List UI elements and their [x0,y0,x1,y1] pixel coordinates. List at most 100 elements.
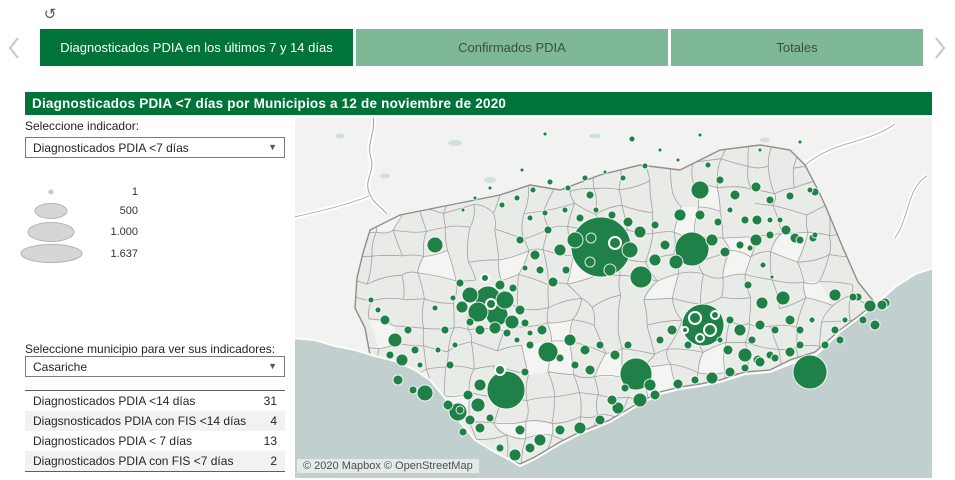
map-bubble[interactable] [584,256,596,268]
map-bubble[interactable] [524,442,536,454]
map-bubble[interactable] [622,216,634,228]
map-bubble[interactable] [795,325,805,335]
map-bubble[interactable] [719,246,731,258]
map-bubble[interactable] [705,233,719,247]
map-bubble[interactable] [820,340,830,350]
map-bubble[interactable] [620,383,630,393]
map-bubble[interactable] [573,421,587,435]
map-bubble[interactable] [683,340,693,350]
map-bubble[interactable] [592,206,600,214]
map-bubble[interactable] [740,363,750,373]
map-bubble[interactable] [431,304,439,312]
map-bubble[interactable] [570,216,632,278]
map-bubble[interactable] [514,424,526,436]
map-bubble[interactable] [526,214,534,222]
map-bubble[interactable] [575,213,585,223]
map-bubble[interactable] [784,314,796,326]
map-bubble[interactable] [863,299,877,313]
map-bubble[interactable] [775,290,791,306]
map-bubble[interactable] [563,333,577,347]
map-bubble[interactable] [755,296,769,310]
map-bubble[interactable] [746,244,754,252]
map-bubble[interactable] [673,208,687,222]
map-bubble[interactable] [703,323,717,337]
map-bubble[interactable] [494,279,506,291]
map-bubble[interactable] [623,340,633,350]
map-bubble[interactable] [515,235,525,245]
tab-diagnosticados-pdia[interactable]: Diagnosticados PDIA en los últimos 7 y 1… [40,29,353,66]
map-bubble[interactable] [535,265,545,275]
map-bubble[interactable] [737,347,753,363]
map-bubble[interactable] [722,344,734,356]
map-bubble[interactable] [621,241,639,259]
map-bubble[interactable] [704,161,712,169]
map-bubble[interactable] [602,169,608,175]
map-bubble[interactable] [729,189,741,201]
map-bubble[interactable] [455,300,469,314]
map-bubble[interactable] [585,232,597,244]
map-bubble[interactable] [713,217,723,227]
map-bubble[interactable] [504,314,520,330]
map-bubble[interactable] [655,335,665,345]
map-bubble[interactable] [606,394,618,406]
map-bubble[interactable] [603,263,617,277]
table-row[interactable]: Diagsnosticados PDIA con FIS <14 días 4 [25,411,285,431]
map-bubble[interactable] [526,329,534,337]
map-bubble[interactable] [566,231,584,249]
map-bubble[interactable] [735,240,745,250]
map-bubble[interactable] [607,210,617,220]
map-bubble[interactable] [579,344,591,356]
map-bubble[interactable] [594,414,606,426]
map-bubble[interactable] [643,378,657,392]
map-bubble[interactable] [715,175,725,185]
map-bubble[interactable] [628,135,636,143]
map-bubble[interactable] [451,341,459,349]
tab-totales[interactable]: Totales [671,29,923,66]
table-row[interactable]: Diagnosticados PDIA < 7 días 13 [25,431,285,451]
map-bubble[interactable] [672,378,684,390]
map-bubble[interactable] [561,265,571,275]
map-bubble[interactable] [498,201,506,209]
map-bubble[interactable] [508,448,522,462]
map-bubble[interactable] [564,184,572,192]
map-bubble[interactable] [585,190,595,200]
map-bubble[interactable] [536,324,548,336]
map-bubble[interactable] [495,443,505,453]
map-bubble[interactable] [374,306,382,314]
map-bubble[interactable] [472,195,478,201]
next-page-button[interactable] [930,33,950,63]
map-bubble[interactable] [749,233,763,247]
map-bubble[interactable] [434,346,442,354]
map-bubble[interactable] [650,220,660,230]
map-bubble[interactable] [525,340,535,350]
map-bubble[interactable] [416,384,434,402]
previous-page-button[interactable] [4,33,24,63]
map-bubble[interactable] [410,345,420,355]
map-bubble[interactable] [508,283,518,293]
map-bubble[interactable] [609,349,621,361]
map-bubble[interactable] [542,131,548,137]
map-bubble[interactable] [480,273,490,283]
map-bubble[interactable] [533,433,547,447]
map-bubble[interactable] [474,422,486,434]
map-bubble[interactable] [570,360,580,370]
map-bubble[interactable] [666,324,678,336]
map-bubble[interactable] [461,286,479,304]
municipio-dropdown[interactable]: Casariche ▼ [25,356,285,377]
map-bubble[interactable] [675,157,681,163]
map-bubble[interactable] [757,147,763,153]
map-bubble[interactable] [547,276,559,288]
indicator-dropdown[interactable]: Diagnosticados PDIA <7 días ▼ [25,137,285,158]
map-bubble[interactable] [442,399,454,411]
map-bubble[interactable] [455,405,465,415]
map-bubble[interactable] [546,178,554,186]
map-bubble[interactable] [474,324,486,336]
map-bubble[interactable] [792,354,828,390]
map-bubble[interactable] [835,335,845,345]
table-row[interactable]: Diagnosticados PDIA con FIS <7 días 2 [25,451,285,471]
map-bubble[interactable] [633,225,647,239]
map-bubble[interactable] [716,336,724,344]
map-bubble[interactable] [797,139,803,145]
map-bubble[interactable] [769,274,775,280]
map-bubble[interactable] [780,224,792,236]
